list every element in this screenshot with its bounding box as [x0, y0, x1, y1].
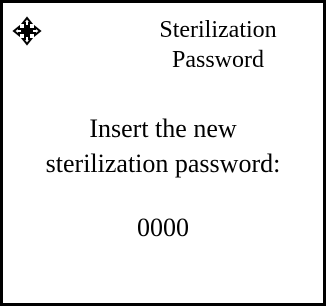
instruction-text: Insert the new sterilization password: — [3, 111, 323, 181]
instruction-line-1: Insert the new — [89, 114, 237, 143]
screen-title-line-1: Sterilization — [159, 17, 277, 43]
navigation-cross-icon[interactable] — [11, 15, 43, 47]
screen-title: Sterilization Password — [113, 15, 323, 75]
instruction-line-2: sterilization password: — [45, 149, 281, 178]
sterilization-password-screen: Sterilization Password Insert the new st… — [0, 0, 326, 306]
screen-title-line-2: Password — [171, 47, 264, 73]
password-value[interactable]: 0000 — [3, 211, 323, 245]
